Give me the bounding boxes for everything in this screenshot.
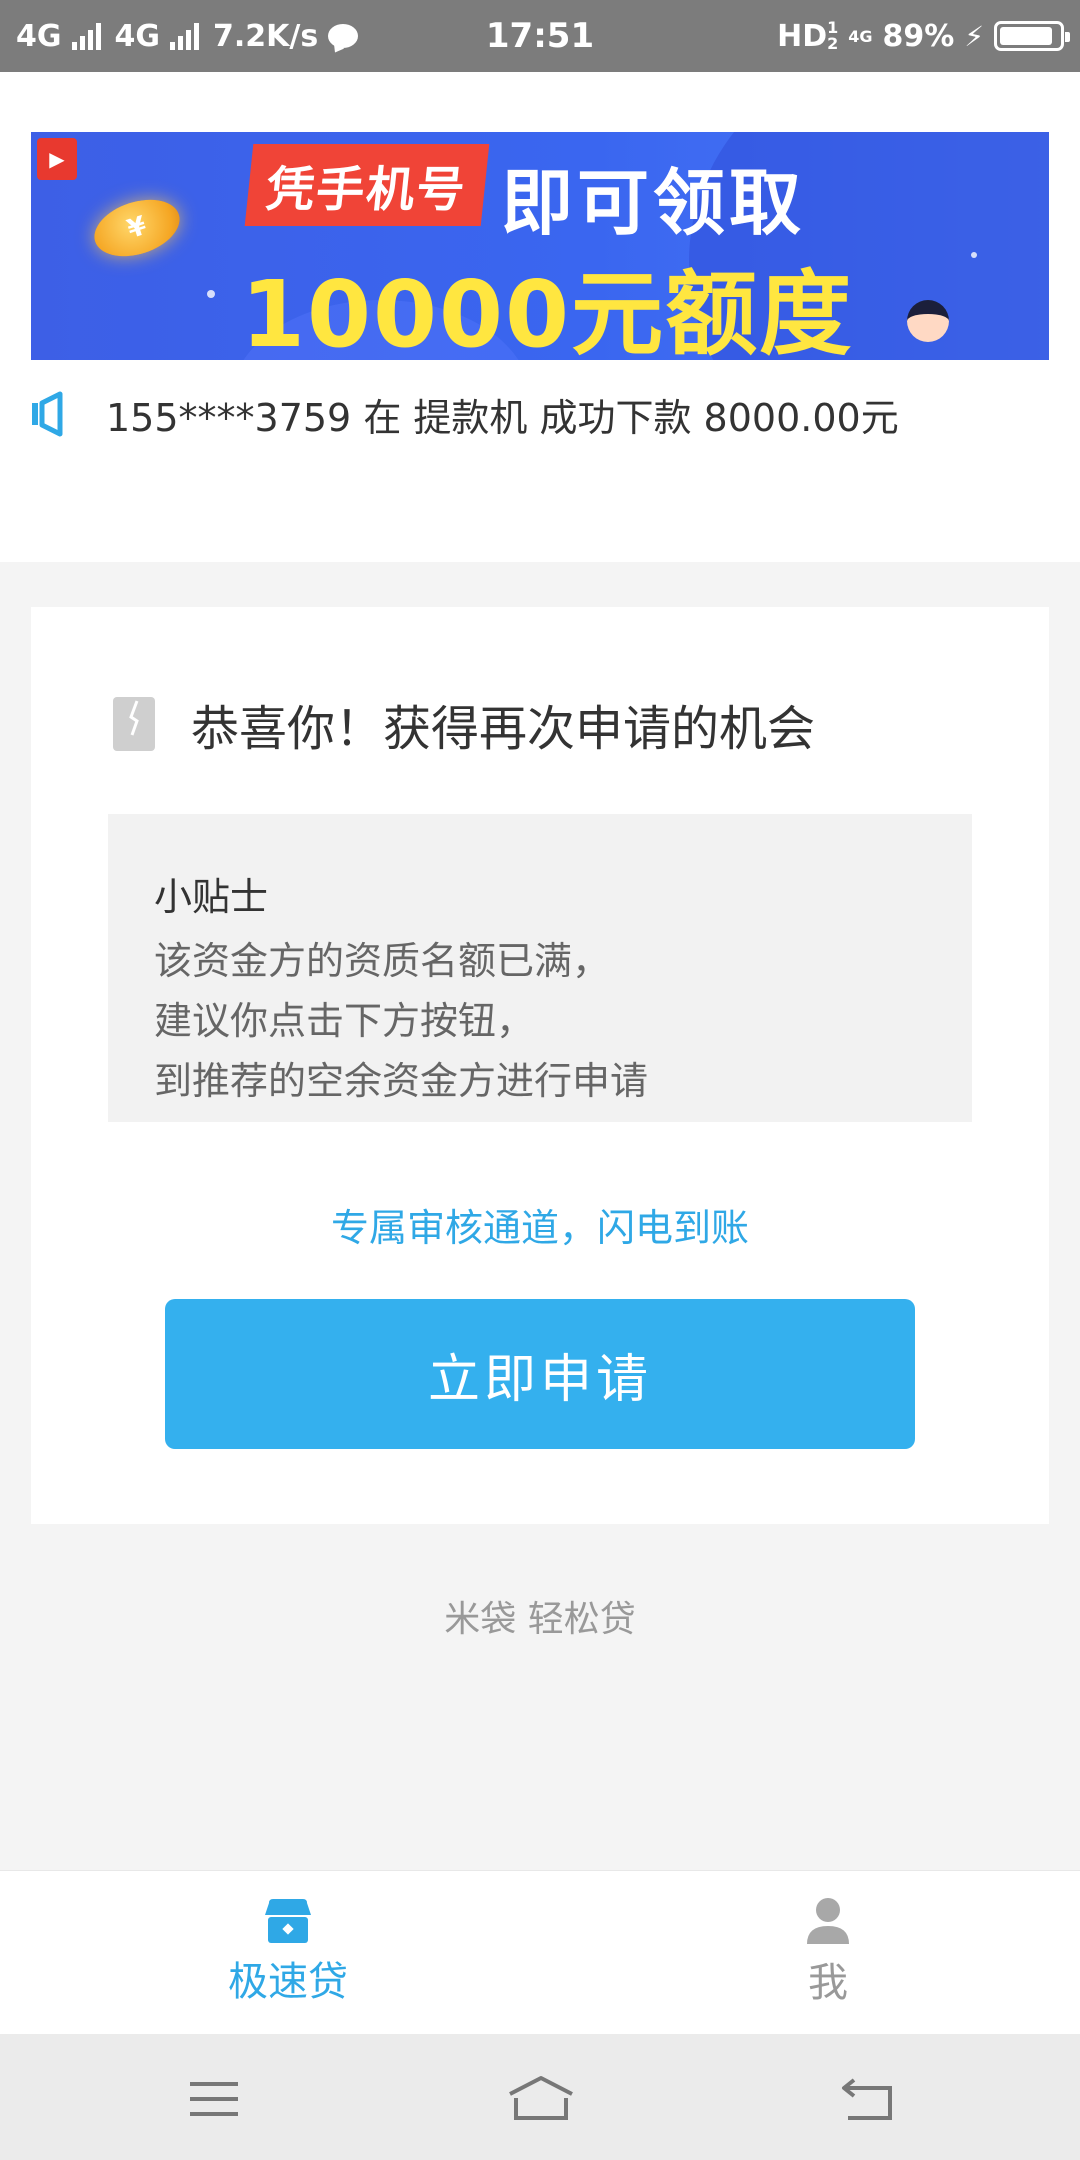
network-speed: 7.2K/s [213, 18, 319, 54]
tips-line: 建议你点击下方按钮， [154, 999, 535, 1043]
top-area: ▶ ¥ 凭手机号 即可领取 10000元额度 155****3759 在 提款机… [0, 72, 1080, 562]
network-small-icon: 4G [848, 26, 873, 46]
channel-subtitle: 专属审核通道，闪电到账 [330, 1206, 749, 1250]
signal-icon [71, 22, 101, 50]
banner-tag: 凭手机号 [244, 144, 490, 226]
tab-express-loan[interactable]: 极速贷 [138, 1871, 438, 2035]
tab-label: 我 [808, 1960, 848, 2006]
person-icon [807, 1898, 849, 1944]
tips-line: 到推荐的空余资金方进行申请 [154, 1059, 649, 1103]
home-icon[interactable] [506, 2074, 573, 2124]
notice-text: 155****3759 在 提款机 成功下款 8000.00元 [106, 395, 899, 440]
sparkle-dot [971, 252, 977, 258]
hd-label: HD [777, 18, 828, 54]
bottom-tab-bar: 极速贷 我 [0, 1870, 1080, 2034]
status-left: 4G 4G 7.2K/s [16, 18, 359, 54]
app-logo-icon: ▶ [37, 138, 77, 180]
tips-title: 小贴士 [154, 875, 269, 919]
result-card: 恭喜你！获得再次申请的机会 小贴士 该资金方的资质名额已满， 建议你点击下方按钮… [31, 607, 1049, 1524]
apply-now-button[interactable]: 立即申请 [165, 1299, 915, 1449]
battery-icon [994, 21, 1070, 51]
broken-card-icon [113, 697, 155, 751]
tips-line: 该资金方的资质名额已满， [154, 939, 611, 983]
network-type-2: 4G [114, 18, 161, 54]
brand-footer: 米袋 轻松贷 [444, 1599, 636, 1640]
sparkle-dot [207, 290, 215, 298]
hd-slot: 1 2 [827, 20, 838, 52]
system-nav-bar [0, 2034, 1080, 2160]
tab-label: 极速贷 [228, 1959, 348, 2005]
tab-me[interactable]: 我 [678, 1871, 978, 2035]
hd-sub: 2 [827, 34, 839, 53]
notice-ticker: 155****3759 在 提款机 成功下款 8000.00元 [30, 384, 899, 444]
status-bar: 4G 4G 7.2K/s 17:51 HD 1 2 4G 89% ⚡ [0, 0, 1080, 72]
chat-notification-icon [328, 24, 359, 48]
charging-icon: ⚡ [964, 19, 984, 53]
banner-amount: 10000元额度 [241, 261, 854, 360]
card-header: 恭喜你！获得再次申请的机会 [113, 689, 815, 759]
status-right: HD 1 2 4G 89% ⚡ [777, 18, 1070, 54]
card-title: 恭喜你！获得再次申请的机会 [191, 701, 816, 757]
menu-icon[interactable] [184, 2074, 244, 2124]
battery-fill [1000, 27, 1052, 45]
hd-indicator: HD 1 2 [777, 19, 838, 54]
signal-icon-2 [170, 22, 199, 50]
network-type-1: 4G [16, 18, 62, 54]
person-illustration [901, 300, 955, 360]
tips-box: 小贴士 该资金方的资质名额已满， 建议你点击下方按钮， 到推荐的空余资金方进行申… [108, 814, 972, 1122]
banner-headline: 即可领取 [501, 161, 806, 245]
speaker-icon [30, 391, 72, 437]
promo-banner[interactable]: ▶ ¥ 凭手机号 即可领取 10000元额度 [31, 132, 1049, 360]
back-icon[interactable] [838, 2074, 898, 2124]
shop-icon [265, 1899, 311, 1943]
battery-percent: 89% [882, 18, 955, 54]
coin-icon: ¥ [87, 189, 187, 267]
